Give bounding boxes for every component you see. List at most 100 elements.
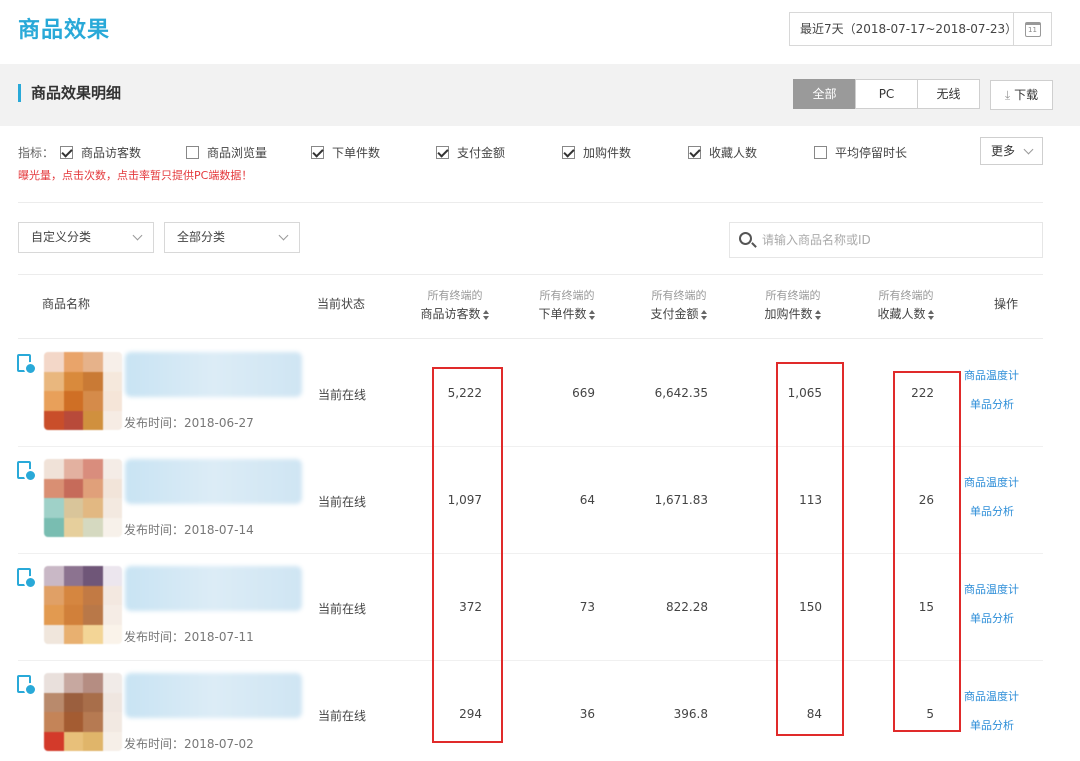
select-value: 自定义分类 — [31, 230, 92, 244]
sort-icon[interactable] — [927, 309, 935, 320]
checkbox-icon[interactable] — [562, 146, 575, 159]
download-icon: ⤓ — [1004, 88, 1011, 102]
metric-label: 下单件数 — [332, 146, 381, 160]
highlight-box-visitors — [432, 367, 503, 743]
cell-payment: 396.8 — [673, 707, 708, 721]
column-header-orders[interactable]: 所有终端的 下单件数 — [522, 287, 612, 323]
link-temperature[interactable]: 商品温度计 — [964, 474, 1019, 490]
search-input[interactable] — [762, 230, 1032, 250]
metric-label: 商品浏览量 — [207, 146, 268, 160]
cell-payment: 6,642.35 — [654, 386, 708, 400]
link-item-analysis[interactable]: 单品分析 — [970, 396, 1014, 412]
product-thumbnail[interactable] — [44, 566, 122, 644]
metric-checkbox-payment[interactable]: 支付金额 — [436, 144, 505, 161]
product-search[interactable] — [729, 222, 1043, 258]
column-header-status: 当前状态 — [317, 297, 366, 311]
column-header-sub: 所有终端的 — [539, 289, 595, 302]
metric-checkbox-favorites[interactable]: 收藏人数 — [688, 144, 757, 161]
column-header-name: 商品名称 — [42, 297, 91, 311]
date-range-text: 最近7天（2018-07-17~2018-07-23） — [790, 13, 1014, 45]
column-header-label: 下单件数 — [538, 307, 587, 321]
cell-orders: 36 — [579, 707, 595, 721]
select-value: 全部分类 — [177, 230, 226, 244]
status-text: 当前在线 — [318, 602, 367, 616]
metric-checkbox-cart[interactable]: 加购件数 — [562, 144, 631, 161]
column-header-actions: 操作 — [994, 297, 1019, 311]
divider — [18, 338, 1043, 339]
date-range-picker[interactable]: 最近7天（2018-07-17~2018-07-23） 11 — [789, 12, 1052, 46]
column-header-label: 支付金额 — [650, 307, 699, 321]
mobile-product-icon — [17, 354, 37, 375]
column-header-favorites[interactable]: 所有终端的 收藏人数 — [861, 287, 951, 323]
metric-label: 商品访客数 — [81, 146, 142, 160]
mobile-product-icon — [17, 461, 37, 482]
metric-label: 支付金额 — [457, 146, 506, 160]
page-title: 商品效果 — [18, 18, 111, 43]
link-temperature[interactable]: 商品温度计 — [964, 688, 1019, 704]
tab-wireless[interactable]: 无线 — [917, 79, 980, 109]
status-text: 当前在线 — [318, 709, 367, 723]
product-thumbnail[interactable] — [44, 673, 122, 751]
checkbox-icon[interactable] — [688, 146, 701, 159]
sort-icon[interactable] — [700, 309, 708, 320]
metric-checkbox-orders[interactable]: 下单件数 — [311, 144, 380, 161]
metric-checkbox-avg-stay[interactable]: 平均停留时长 — [814, 144, 907, 161]
divider — [18, 202, 1043, 203]
highlight-box-cart — [776, 362, 844, 736]
divider — [18, 274, 1043, 275]
metric-label: 加购件数 — [583, 146, 632, 160]
column-header-cart[interactable]: 所有终端的 加购件数 — [748, 287, 838, 323]
link-item-analysis[interactable]: 单品分析 — [970, 610, 1014, 626]
product-thumbnail[interactable] — [44, 459, 122, 537]
cell-orders: 64 — [579, 493, 595, 507]
column-header-label: 加购件数 — [764, 307, 813, 321]
publish-time: 发布时间：2018-07-02 — [124, 737, 254, 751]
calendar-button[interactable]: 11 — [1014, 13, 1051, 45]
download-button[interactable]: ⤓ 下载 — [990, 80, 1053, 110]
download-label: 下载 — [1014, 88, 1039, 102]
tab-pc[interactable]: PC — [855, 79, 918, 109]
checkbox-icon[interactable] — [436, 146, 449, 159]
tab-all[interactable]: 全部 — [793, 79, 856, 109]
sort-icon[interactable] — [814, 309, 822, 320]
product-name-redacted — [125, 566, 302, 611]
checkbox-icon[interactable] — [311, 146, 324, 159]
mobile-product-icon — [17, 568, 37, 589]
column-header-payment[interactable]: 所有终端的 支付金额 — [634, 287, 724, 323]
custom-category-select[interactable]: 自定义分类 — [18, 222, 154, 253]
cell-orders: 669 — [572, 386, 595, 400]
link-item-analysis[interactable]: 单品分析 — [970, 503, 1014, 519]
product-name-redacted — [125, 673, 302, 718]
link-temperature[interactable]: 商品温度计 — [964, 581, 1019, 597]
column-header-sub: 所有终端的 — [878, 289, 934, 302]
chevron-down-icon — [132, 230, 143, 241]
search-icon[interactable] — [739, 232, 752, 245]
checkbox-icon[interactable] — [60, 146, 73, 159]
highlight-box-favorites — [893, 371, 961, 732]
more-metrics-button[interactable]: 更多 — [980, 137, 1043, 165]
sort-icon[interactable] — [482, 309, 490, 320]
column-header-sub: 所有终端的 — [427, 289, 483, 302]
publish-time: 发布时间：2018-07-14 — [124, 523, 254, 537]
column-header-visitors[interactable]: 所有终端的 商品访客数 — [410, 287, 500, 323]
pc-only-warning: 曝光量，点击次数，点击率暂只提供PC端数据！ — [18, 169, 253, 182]
metric-label: 收藏人数 — [709, 146, 758, 160]
metric-label: 平均停留时长 — [835, 146, 908, 160]
product-name-redacted — [125, 459, 302, 504]
column-header-label: 商品访客数 — [420, 307, 481, 321]
link-item-analysis[interactable]: 单品分析 — [970, 717, 1014, 733]
chevron-down-icon — [1023, 144, 1034, 155]
publish-time: 发布时间：2018-06-27 — [124, 416, 254, 430]
all-category-select[interactable]: 全部分类 — [164, 222, 300, 253]
product-thumbnail[interactable] — [44, 352, 122, 430]
sort-icon[interactable] — [588, 309, 596, 320]
metric-checkbox-pageviews[interactable]: 商品浏览量 — [186, 144, 267, 161]
link-temperature[interactable]: 商品温度计 — [964, 367, 1019, 383]
column-header-label: 收藏人数 — [877, 307, 926, 321]
metric-checkbox-visitors[interactable]: 商品访客数 — [60, 144, 141, 161]
checkbox-icon[interactable] — [814, 146, 827, 159]
checkbox-icon[interactable] — [186, 146, 199, 159]
section-title: 商品效果明细 — [18, 84, 121, 102]
metric-prefix: 指标： — [18, 146, 55, 160]
status-text: 当前在线 — [318, 388, 367, 402]
